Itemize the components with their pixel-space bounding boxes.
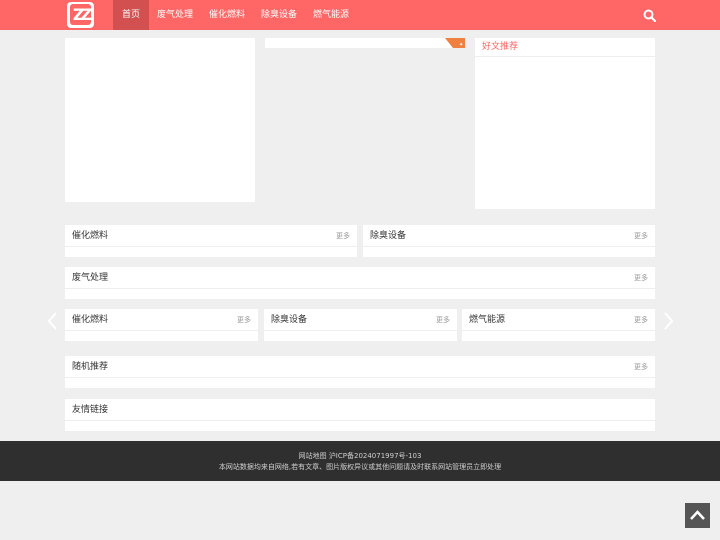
section-friend-links: 友情链接 bbox=[65, 399, 655, 431]
back-to-top-button[interactable] bbox=[685, 503, 710, 528]
search-icon[interactable] bbox=[643, 9, 656, 22]
footer: 网站地图 沪ICP备2024071997号-103 本网站数据均来自网络,若有文… bbox=[0, 441, 720, 481]
carousel-section-catalytic-fuel: 催化燃料 更多 bbox=[65, 309, 258, 341]
recommend-header: 好文推荐 bbox=[475, 38, 655, 57]
section-header: 除臭设备 更多 bbox=[363, 225, 655, 247]
footer-disclaimer: 本网站数据均来自网络,若有文章、图片版权异议或其他问题请及时联系网站管理员立即处… bbox=[218, 463, 502, 471]
carousel-section-gas-energy: 燃气能源 更多 bbox=[462, 309, 655, 341]
section-title: 除臭设备 bbox=[370, 231, 407, 241]
section-title: 燃气能源 bbox=[469, 315, 506, 325]
section-header: 废气处理 更多 bbox=[65, 267, 655, 289]
more-link[interactable]: 更多 bbox=[634, 309, 648, 331]
more-link[interactable]: 更多 bbox=[634, 267, 648, 289]
section-title: 除臭设备 bbox=[271, 315, 308, 325]
more-link[interactable]: 更多 bbox=[634, 356, 648, 378]
site-logo[interactable]: ZZ bbox=[67, 2, 94, 28]
sitemap-link[interactable]: 网站地图 bbox=[299, 452, 327, 460]
section-catalytic-fuel: 催化燃料 更多 bbox=[65, 225, 357, 257]
logo-mark: ZZ bbox=[70, 4, 92, 25]
nav-item-waste-gas[interactable]: 废气处理 bbox=[153, 0, 197, 30]
section-title: 友情链接 bbox=[72, 405, 109, 415]
nav-item-catalytic-fuel[interactable]: 催化燃料 bbox=[205, 0, 249, 30]
section-header: 催化燃料 更多 bbox=[65, 225, 357, 247]
recommend-panel: 好文推荐 bbox=[475, 38, 655, 209]
carousel-next-icon[interactable] bbox=[663, 311, 675, 331]
section-title: 随机推荐 bbox=[72, 362, 109, 372]
featured-image-panel[interactable] bbox=[65, 38, 255, 202]
section-deodorizer: 除臭设备 更多 bbox=[363, 225, 655, 257]
section-title: 催化燃料 bbox=[72, 315, 109, 325]
carousel-prev-icon[interactable] bbox=[46, 311, 58, 331]
carousel-section-deodorizer: 除臭设备 更多 bbox=[264, 309, 457, 341]
icp-link[interactable]: 沪ICP备2024071997号-103 bbox=[329, 452, 422, 460]
section-header: 催化燃料 更多 bbox=[65, 309, 258, 331]
section-title: 催化燃料 bbox=[72, 231, 109, 241]
nav-item-home[interactable]: 首页 bbox=[113, 0, 149, 30]
more-link[interactable]: 更多 bbox=[436, 309, 450, 331]
hot-badge-icon: ✦ bbox=[445, 38, 465, 48]
section-header: 友情链接 bbox=[65, 399, 655, 421]
more-link[interactable]: 更多 bbox=[237, 309, 251, 331]
nav-item-gas-energy[interactable]: 燃气能源 bbox=[309, 0, 353, 30]
section-random-recommend: 随机推荐 更多 bbox=[65, 356, 655, 388]
top-nav-bar: ZZ 首页 废气处理 催化燃料 除臭设备 燃气能源 bbox=[0, 0, 720, 30]
svg-text:✦: ✦ bbox=[459, 42, 463, 48]
section-waste-gas: 废气处理 更多 bbox=[65, 267, 655, 299]
section-header: 除臭设备 更多 bbox=[264, 309, 457, 331]
section-title: 废气处理 bbox=[72, 273, 109, 283]
footer-links: 网站地图 沪ICP备2024071997号-103 bbox=[0, 451, 720, 461]
more-link[interactable]: 更多 bbox=[336, 225, 350, 247]
recommend-title: 好文推荐 bbox=[482, 42, 519, 52]
chevron-up-icon bbox=[690, 510, 705, 520]
headline-strip[interactable]: ✦ bbox=[265, 38, 465, 48]
more-link[interactable]: 更多 bbox=[634, 225, 648, 247]
section-header: 燃气能源 更多 bbox=[462, 309, 655, 331]
nav-item-deodorizer[interactable]: 除臭设备 bbox=[257, 0, 301, 30]
section-header: 随机推荐 更多 bbox=[65, 356, 655, 378]
